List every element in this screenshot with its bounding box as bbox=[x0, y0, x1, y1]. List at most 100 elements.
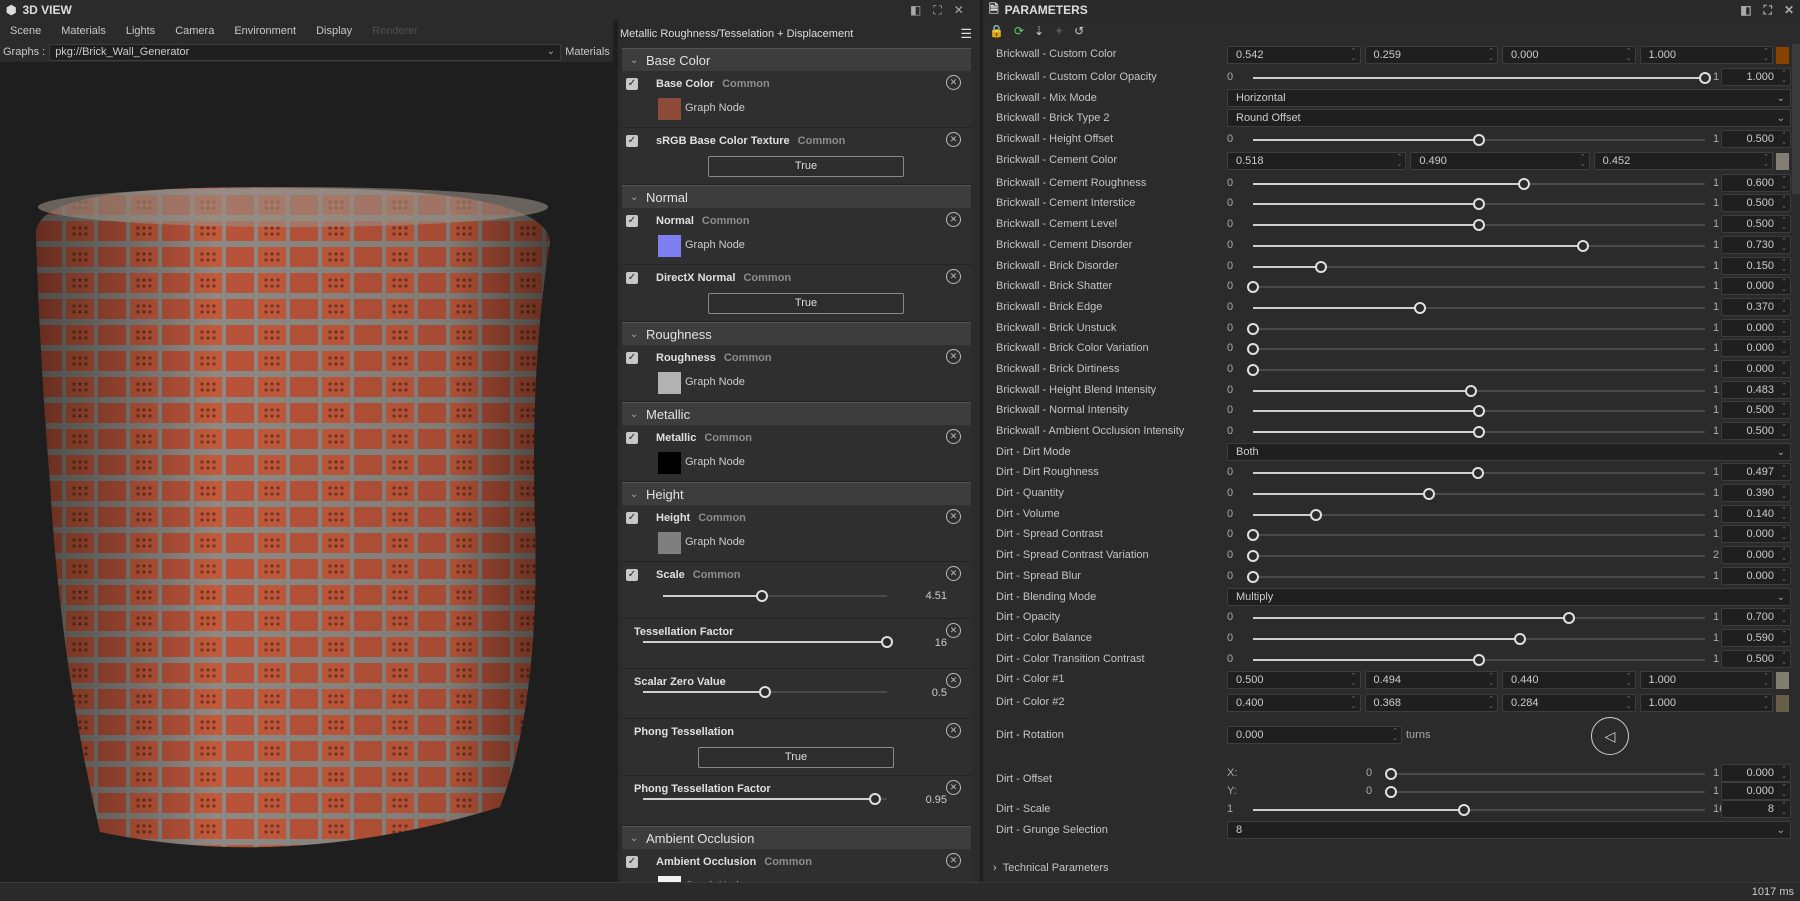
reset-icon[interactable]: ✕ bbox=[946, 212, 961, 227]
pin-icon[interactable]: ⇣ bbox=[1034, 24, 1044, 38]
enable-checkbox[interactable]: ✓ bbox=[626, 78, 638, 90]
menu-materials[interactable]: Materials bbox=[51, 25, 116, 37]
spinner-arrows[interactable]: ⌃ ⌄ bbox=[1351, 696, 1357, 710]
spinner-arrows[interactable]: ⌃ ⌄ bbox=[1781, 631, 1787, 645]
spinner-arrows[interactable]: ⌃ ⌄ bbox=[1781, 403, 1787, 417]
slider-track[interactable] bbox=[1253, 177, 1705, 190]
spinner-arrows[interactable]: ⌃ ⌄ bbox=[1781, 486, 1787, 500]
color-channel-field[interactable]: 1.000 ⌃ ⌄ bbox=[1639, 671, 1773, 690]
section-header[interactable]: ⌄ Normal bbox=[622, 185, 971, 208]
value-field[interactable]: 0.500 ⌃ ⌄ bbox=[1721, 130, 1791, 149]
slider-track[interactable] bbox=[643, 636, 893, 648]
spinner-arrows[interactable]: ⌃ ⌄ bbox=[1781, 341, 1787, 355]
slider-track[interactable] bbox=[643, 793, 887, 805]
slider-track[interactable] bbox=[1253, 301, 1705, 314]
section-header[interactable]: ⌄ Roughness bbox=[622, 322, 971, 345]
spinner-arrows[interactable]: ⌃ ⌄ bbox=[1781, 321, 1787, 335]
menu-environment[interactable]: Environment bbox=[224, 25, 306, 37]
spinner-arrows[interactable]: ⌃ ⌄ bbox=[1781, 548, 1787, 562]
toggle-button[interactable]: True bbox=[698, 747, 894, 768]
spinner-arrows[interactable]: ⌃ ⌄ bbox=[1781, 569, 1787, 583]
color-channel-field[interactable]: 0.284 ⌃ ⌄ bbox=[1502, 694, 1636, 713]
close-icon[interactable]: ✕ bbox=[954, 3, 964, 18]
spinner-arrows[interactable]: ⌃ ⌄ bbox=[1781, 527, 1787, 541]
slider-track[interactable] bbox=[1253, 467, 1705, 480]
sync-lock-icon[interactable]: ⟳ bbox=[1014, 24, 1024, 38]
spinner-arrows[interactable]: ⌃ ⌄ bbox=[1351, 673, 1357, 687]
slider-track[interactable] bbox=[1253, 405, 1705, 418]
slider-track[interactable] bbox=[1253, 612, 1705, 625]
slider-track[interactable] bbox=[663, 590, 887, 602]
reset-icon[interactable]: ✕ bbox=[946, 132, 961, 147]
reset-icon[interactable]: ✕ bbox=[946, 780, 961, 795]
enable-checkbox[interactable]: ✓ bbox=[626, 272, 638, 284]
slider-track[interactable] bbox=[1253, 134, 1705, 147]
spinner-arrows[interactable]: ⌃ ⌄ bbox=[1351, 48, 1357, 62]
menu-display[interactable]: Display bbox=[306, 25, 362, 37]
slider-track[interactable] bbox=[1385, 786, 1705, 799]
section-header[interactable]: ⌄ Ambient Occlusion bbox=[622, 826, 971, 849]
offset-y-field[interactable]: 0.000 ⌃ ⌄ bbox=[1721, 782, 1791, 801]
slider-handle[interactable] bbox=[1385, 786, 1397, 799]
color-swatch[interactable] bbox=[658, 532, 681, 554]
spinner-arrows[interactable]: ⌃ ⌄ bbox=[1781, 465, 1787, 479]
slider-handle[interactable] bbox=[1310, 508, 1323, 521]
dropdown-select[interactable]: Multiply ⌄ bbox=[1227, 587, 1791, 606]
slider-track[interactable] bbox=[1247, 363, 1705, 376]
value-field[interactable]: 1.000 ⌃ ⌄ bbox=[1721, 68, 1791, 86]
slider-handle[interactable] bbox=[1473, 653, 1485, 666]
slider-handle[interactable] bbox=[1513, 632, 1526, 645]
enable-checkbox[interactable]: ✓ bbox=[626, 856, 638, 868]
value-field[interactable]: 0.000 ⌃ ⌄ bbox=[1721, 339, 1791, 358]
enable-checkbox[interactable]: ✓ bbox=[626, 569, 638, 581]
reset-icon[interactable]: ↺ bbox=[1074, 24, 1084, 38]
spinner-arrows[interactable]: ⌃ ⌄ bbox=[1781, 259, 1787, 273]
section-header[interactable]: ⌄ Base Color bbox=[622, 48, 971, 71]
value-field[interactable]: 0.500 ⌃ ⌄ bbox=[1721, 215, 1791, 234]
reset-icon[interactable]: ✕ bbox=[946, 723, 961, 738]
slider-handle[interactable] bbox=[1414, 301, 1427, 314]
spinner-arrows[interactable]: ⌃ ⌄ bbox=[1781, 383, 1787, 397]
spinner-arrows[interactable]: ⌃ ⌄ bbox=[1781, 238, 1787, 252]
slider-handle[interactable] bbox=[1423, 488, 1436, 501]
value-field[interactable]: 0.730 ⌃ ⌄ bbox=[1721, 235, 1791, 254]
spinner-arrows[interactable]: ⌃ ⌄ bbox=[1488, 696, 1494, 710]
slider-track[interactable] bbox=[1247, 281, 1705, 294]
spinner-arrows[interactable]: ⌃ ⌄ bbox=[1763, 696, 1769, 710]
slider-track[interactable] bbox=[1253, 804, 1705, 817]
brick-cylinder-render[interactable] bbox=[0, 62, 613, 882]
value-field[interactable]: 0.700 ⌃ ⌄ bbox=[1721, 608, 1791, 627]
rotation-field[interactable]: 0.000 ⌃ ⌄ bbox=[1227, 726, 1402, 745]
reset-icon[interactable]: ✕ bbox=[946, 853, 961, 868]
maximize-icon[interactable]: ⛶ bbox=[1764, 3, 1772, 18]
value-field[interactable]: 0.500 ⌃ ⌄ bbox=[1721, 422, 1791, 440]
spinner-arrows[interactable]: ⌃ ⌄ bbox=[1781, 132, 1787, 146]
value-field[interactable]: 0.000 ⌃ ⌄ bbox=[1721, 525, 1791, 544]
value-field[interactable]: 0.000 ⌃ ⌄ bbox=[1721, 566, 1791, 585]
reset-icon[interactable]: ✕ bbox=[946, 509, 961, 524]
slider-track[interactable] bbox=[1253, 653, 1705, 666]
spinner-arrows[interactable]: ⌃ ⌄ bbox=[1781, 362, 1787, 376]
slider-handle[interactable] bbox=[1471, 467, 1484, 480]
slider-handle[interactable] bbox=[759, 686, 771, 698]
slider-handle[interactable] bbox=[1247, 343, 1259, 356]
spinner-arrows[interactable]: ⌃ ⌄ bbox=[1781, 279, 1787, 293]
slider-track[interactable] bbox=[1247, 322, 1705, 335]
color-channel-field[interactable]: 0.000 ⌃ ⌄ bbox=[1502, 46, 1636, 64]
value-field[interactable]: 0.150 ⌃ ⌄ bbox=[1721, 256, 1791, 275]
value-field[interactable]: 0.500 ⌃ ⌄ bbox=[1721, 401, 1791, 420]
enable-checkbox[interactable]: ✓ bbox=[626, 432, 638, 444]
slider-handle[interactable] bbox=[1458, 804, 1471, 817]
value-field[interactable]: 0.590 ⌃ ⌄ bbox=[1721, 628, 1791, 647]
spinner-arrows[interactable]: ⌃ ⌄ bbox=[1781, 784, 1787, 798]
section-header[interactable]: ⌄ Metallic bbox=[622, 402, 971, 425]
color-swatch[interactable] bbox=[658, 452, 681, 474]
reset-icon[interactable]: ✕ bbox=[946, 429, 961, 444]
menu-icon[interactable]: ☰ bbox=[960, 26, 972, 42]
enable-checkbox[interactable]: ✓ bbox=[626, 352, 638, 364]
value-field[interactable]: 0.483 ⌃ ⌄ bbox=[1721, 380, 1791, 399]
dropdown-select[interactable]: Round Offset ⌄ bbox=[1227, 109, 1791, 128]
slider-handle[interactable] bbox=[1247, 363, 1259, 376]
slider-track[interactable] bbox=[1253, 508, 1705, 521]
slider-handle[interactable] bbox=[755, 590, 768, 602]
